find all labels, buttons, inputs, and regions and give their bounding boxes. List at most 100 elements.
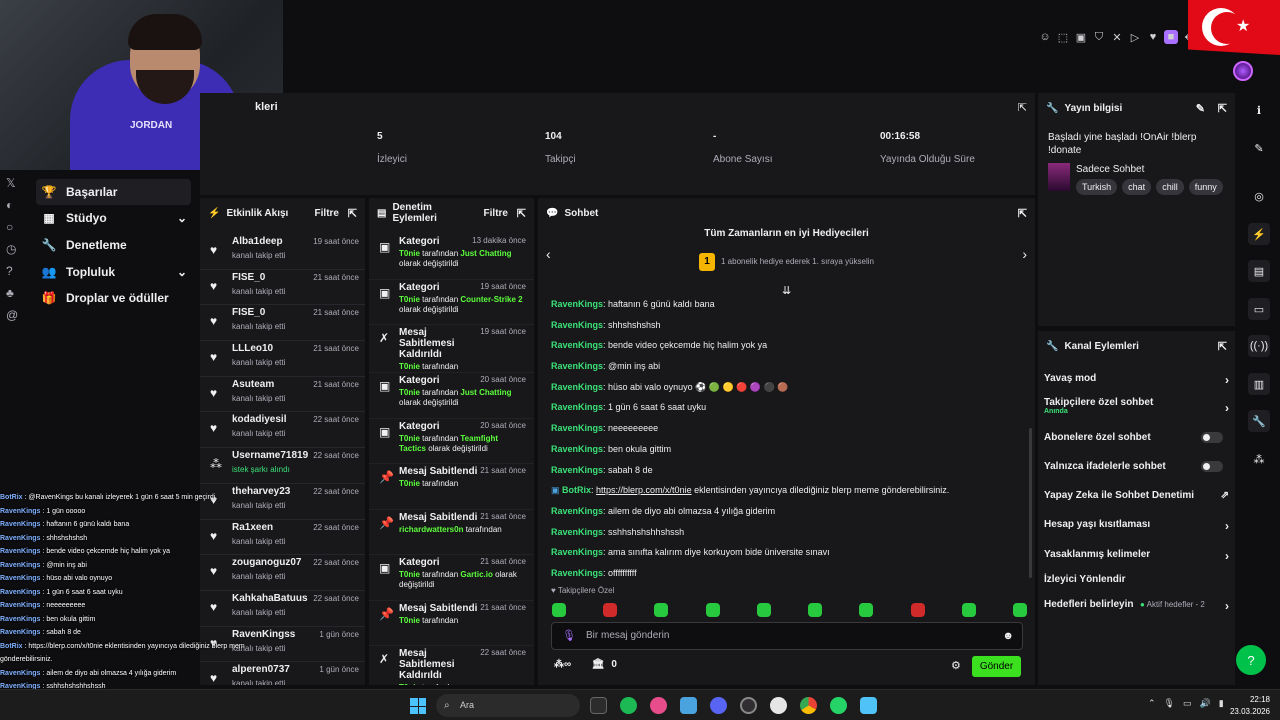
notepad-icon[interactable] [860,697,877,714]
popout-icon[interactable]: ⇱ [1018,101,1027,114]
chat-message[interactable]: RavenKings: ben okula gittim [551,439,1021,460]
filter-button[interactable]: Filtre [315,208,339,219]
x-icon[interactable]: 𝕏 [6,176,22,190]
app-icon[interactable] [650,697,667,714]
taskbar-clock[interactable]: 22:18 23.03.2026 [1226,694,1270,718]
extension-icon[interactable]: ■ [1164,30,1178,44]
chat-message[interactable]: RavenKings: 1 gün 6 saat 6 saat uyku [551,397,1021,418]
emote-icon[interactable] [552,603,566,617]
pencil-icon[interactable]: ✎ [1248,137,1270,159]
obs-icon[interactable] [740,697,757,714]
moderation-item[interactable]: ▣ Kategori T0nie tarafından Just Chattin… [369,234,534,280]
chat-username[interactable]: RavenKings [551,361,603,371]
chat-message[interactable]: RavenKings: @min inş abi [551,356,1021,377]
banned-words-action[interactable]: Yasaklanmış kelimeler › [1044,549,1229,563]
chat-username[interactable]: RavenKings [551,527,603,537]
chat-message[interactable]: RavenKings: offffffffff [551,563,1021,579]
chat-message[interactable]: RavenKings: bende video çekcemde hiç hal… [551,335,1021,356]
chat-message[interactable]: RavenKings: neeeeeeeee [551,418,1021,439]
emote-icon[interactable] [859,603,874,617]
tag[interactable]: funny [1188,179,1223,195]
popout-icon[interactable]: ⇱ [1018,207,1027,220]
slow-mode-action[interactable]: Yavaş mod › [1044,373,1229,387]
moderation-item[interactable]: ▣ Kategori T0nie tarafından Just Chattin… [369,373,534,419]
chat-message[interactable]: RavenKings: haftanın 6 günü kaldı bana [551,294,1021,315]
followers-only-action[interactable]: Takipçilere özel sohbet Anında › [1044,397,1229,415]
mute-icon[interactable]: ✕ [1110,30,1124,44]
spotify-icon[interactable] [620,697,637,714]
crop-icon[interactable]: ▣ [1074,30,1088,44]
chevron-up-icon[interactable]: ⌃ [1148,698,1156,709]
moderation-item[interactable]: ✗ Mesaj Sabitlemesi Kaldırıldı T0nie tar… [369,325,534,373]
emote-icon[interactable] [603,603,618,617]
edit-icon[interactable]: ✎ [1196,102,1205,115]
chat-icon[interactable]: ▭ [1248,298,1270,320]
emote-icon[interactable] [910,603,925,617]
circle-icon[interactable]: ○ [6,220,22,234]
camera-icon[interactable]: ◎ [1248,185,1270,207]
chat-message[interactable]: RavenKings: sshhshshshhshssh [551,522,1021,543]
store-icon[interactable]: 🏛 [592,659,605,670]
layout-icon[interactable]: ▥ [1248,373,1270,395]
chat-username[interactable]: RavenKings [551,444,603,454]
speaker-icon[interactable]: 🔊 [1200,698,1211,709]
chat-username[interactable]: RavenKings [551,320,603,330]
play-icon[interactable]: ▷ [1128,30,1142,44]
windows-start-icon[interactable] [410,698,426,714]
account-age-action[interactable]: Hesap yaşı kısıtlaması › [1044,519,1229,533]
activity-item[interactable]: ♥ Alba1deep kanalı takip etti 19 saat ön… [200,234,365,270]
tag[interactable]: Turkish [1076,179,1118,195]
category-name[interactable]: Sadece Sohbet [1076,164,1144,175]
chat-message[interactable]: ▣ BotRix: https://blerp.com/x/t0nie ekle… [551,480,1021,501]
gear-icon[interactable]: ⚙ [951,659,961,672]
emoji-icon[interactable]: ☻ [1002,623,1014,649]
heart-icon[interactable]: ♥ [1146,30,1160,44]
help-button[interactable]: ? [1236,645,1266,675]
chevron-right-icon[interactable]: › [1022,246,1027,262]
raid-action[interactable]: İzleyici Yönlendir [1044,574,1229,585]
moderation-item[interactable]: 📌 Mesaj Sabitlendi T0nie tarafından 21 s… [369,601,534,646]
sidebar-item-community[interactable]: 👥 Topluluk ⌄ [36,259,191,285]
popout-icon[interactable]: ⇱ [517,207,526,220]
sidebar-item-moderation[interactable]: 🔧 Denetleme [36,232,191,258]
github-icon[interactable] [770,697,787,714]
bolt-icon[interactable]: ⚡ [1248,223,1270,245]
broadcast-icon[interactable]: ((·)) [1248,335,1270,357]
microphone-icon[interactable]: 🎙 [1164,698,1175,709]
emote-icon[interactable] [654,603,669,617]
activity-item[interactable]: ♥ FISE_0 kanalı takip etti 21 saat önce [200,305,365,342]
emote-only-toggle[interactable] [1201,461,1223,472]
emote-icon[interactable] [705,603,720,617]
chat-username[interactable]: RavenKings [551,382,603,392]
chrome-icon[interactable] [800,697,817,714]
question-icon[interactable]: ? [6,264,22,278]
filter-button[interactable]: Filtre [484,208,508,219]
info-icon[interactable]: ℹ [1248,99,1270,121]
select-icon[interactable]: ⬚ [1056,30,1070,44]
document-icon[interactable]: ▤ [1248,260,1270,282]
activity-item[interactable]: ♥ Asuteam kanalı takip etti 21 saat önce [200,377,365,413]
goals-action[interactable]: Hedefleri belirleyin ● Aktif hedefler - 2… [1044,599,1229,613]
chevron-left-icon[interactable]: ‹ [546,246,551,262]
ai-moderation-action[interactable]: Yapay Zeka ile Sohbet Denetimi ⇗ [1044,490,1229,501]
chat-message[interactable]: RavenKings: ama sınıfta kalırım diye kor… [551,542,1021,563]
activity-item[interactable]: ♥ LLLeo10 kanalı takip etti 21 saat önce [200,341,365,377]
smile-icon[interactable]: ☺ [1038,30,1052,44]
clock-icon[interactable]: ◷ [6,242,22,256]
chat-message[interactable]: RavenKings: shhshshshsh [551,315,1021,336]
user-avatar[interactable] [1233,61,1253,81]
emote-icon[interactable] [961,603,976,617]
chat-message[interactable]: RavenKings: sabah 8 de [551,460,1021,481]
chat-username[interactable]: BotRix [562,485,591,495]
moderation-item[interactable]: ▣ Kategori T0nie tarafından Gartic.io ol… [369,555,534,601]
moderation-item[interactable]: ✗ Mesaj Sabitlemesi Kaldırıldı T0nie tar… [369,646,534,685]
tag[interactable]: chill [1156,179,1184,195]
chat-username[interactable]: RavenKings [551,299,603,309]
microphone-icon[interactable]: 🎙 [562,623,576,649]
chat-input[interactable]: 🎙 Bir mesaj gönderin ☻ [551,622,1023,650]
shield-icon[interactable]: ⛉ [1092,30,1106,44]
leaf-icon[interactable]: ♣ [6,286,22,300]
activity-item[interactable]: ♥ FISE_0 kanalı takip etti 21 saat önce [200,270,365,306]
sidebar-item-drops[interactable]: 🎁 Droplar ve ödüller [36,285,191,311]
sidebar-item-achievements[interactable]: 🏆 Başarılar [36,179,191,205]
